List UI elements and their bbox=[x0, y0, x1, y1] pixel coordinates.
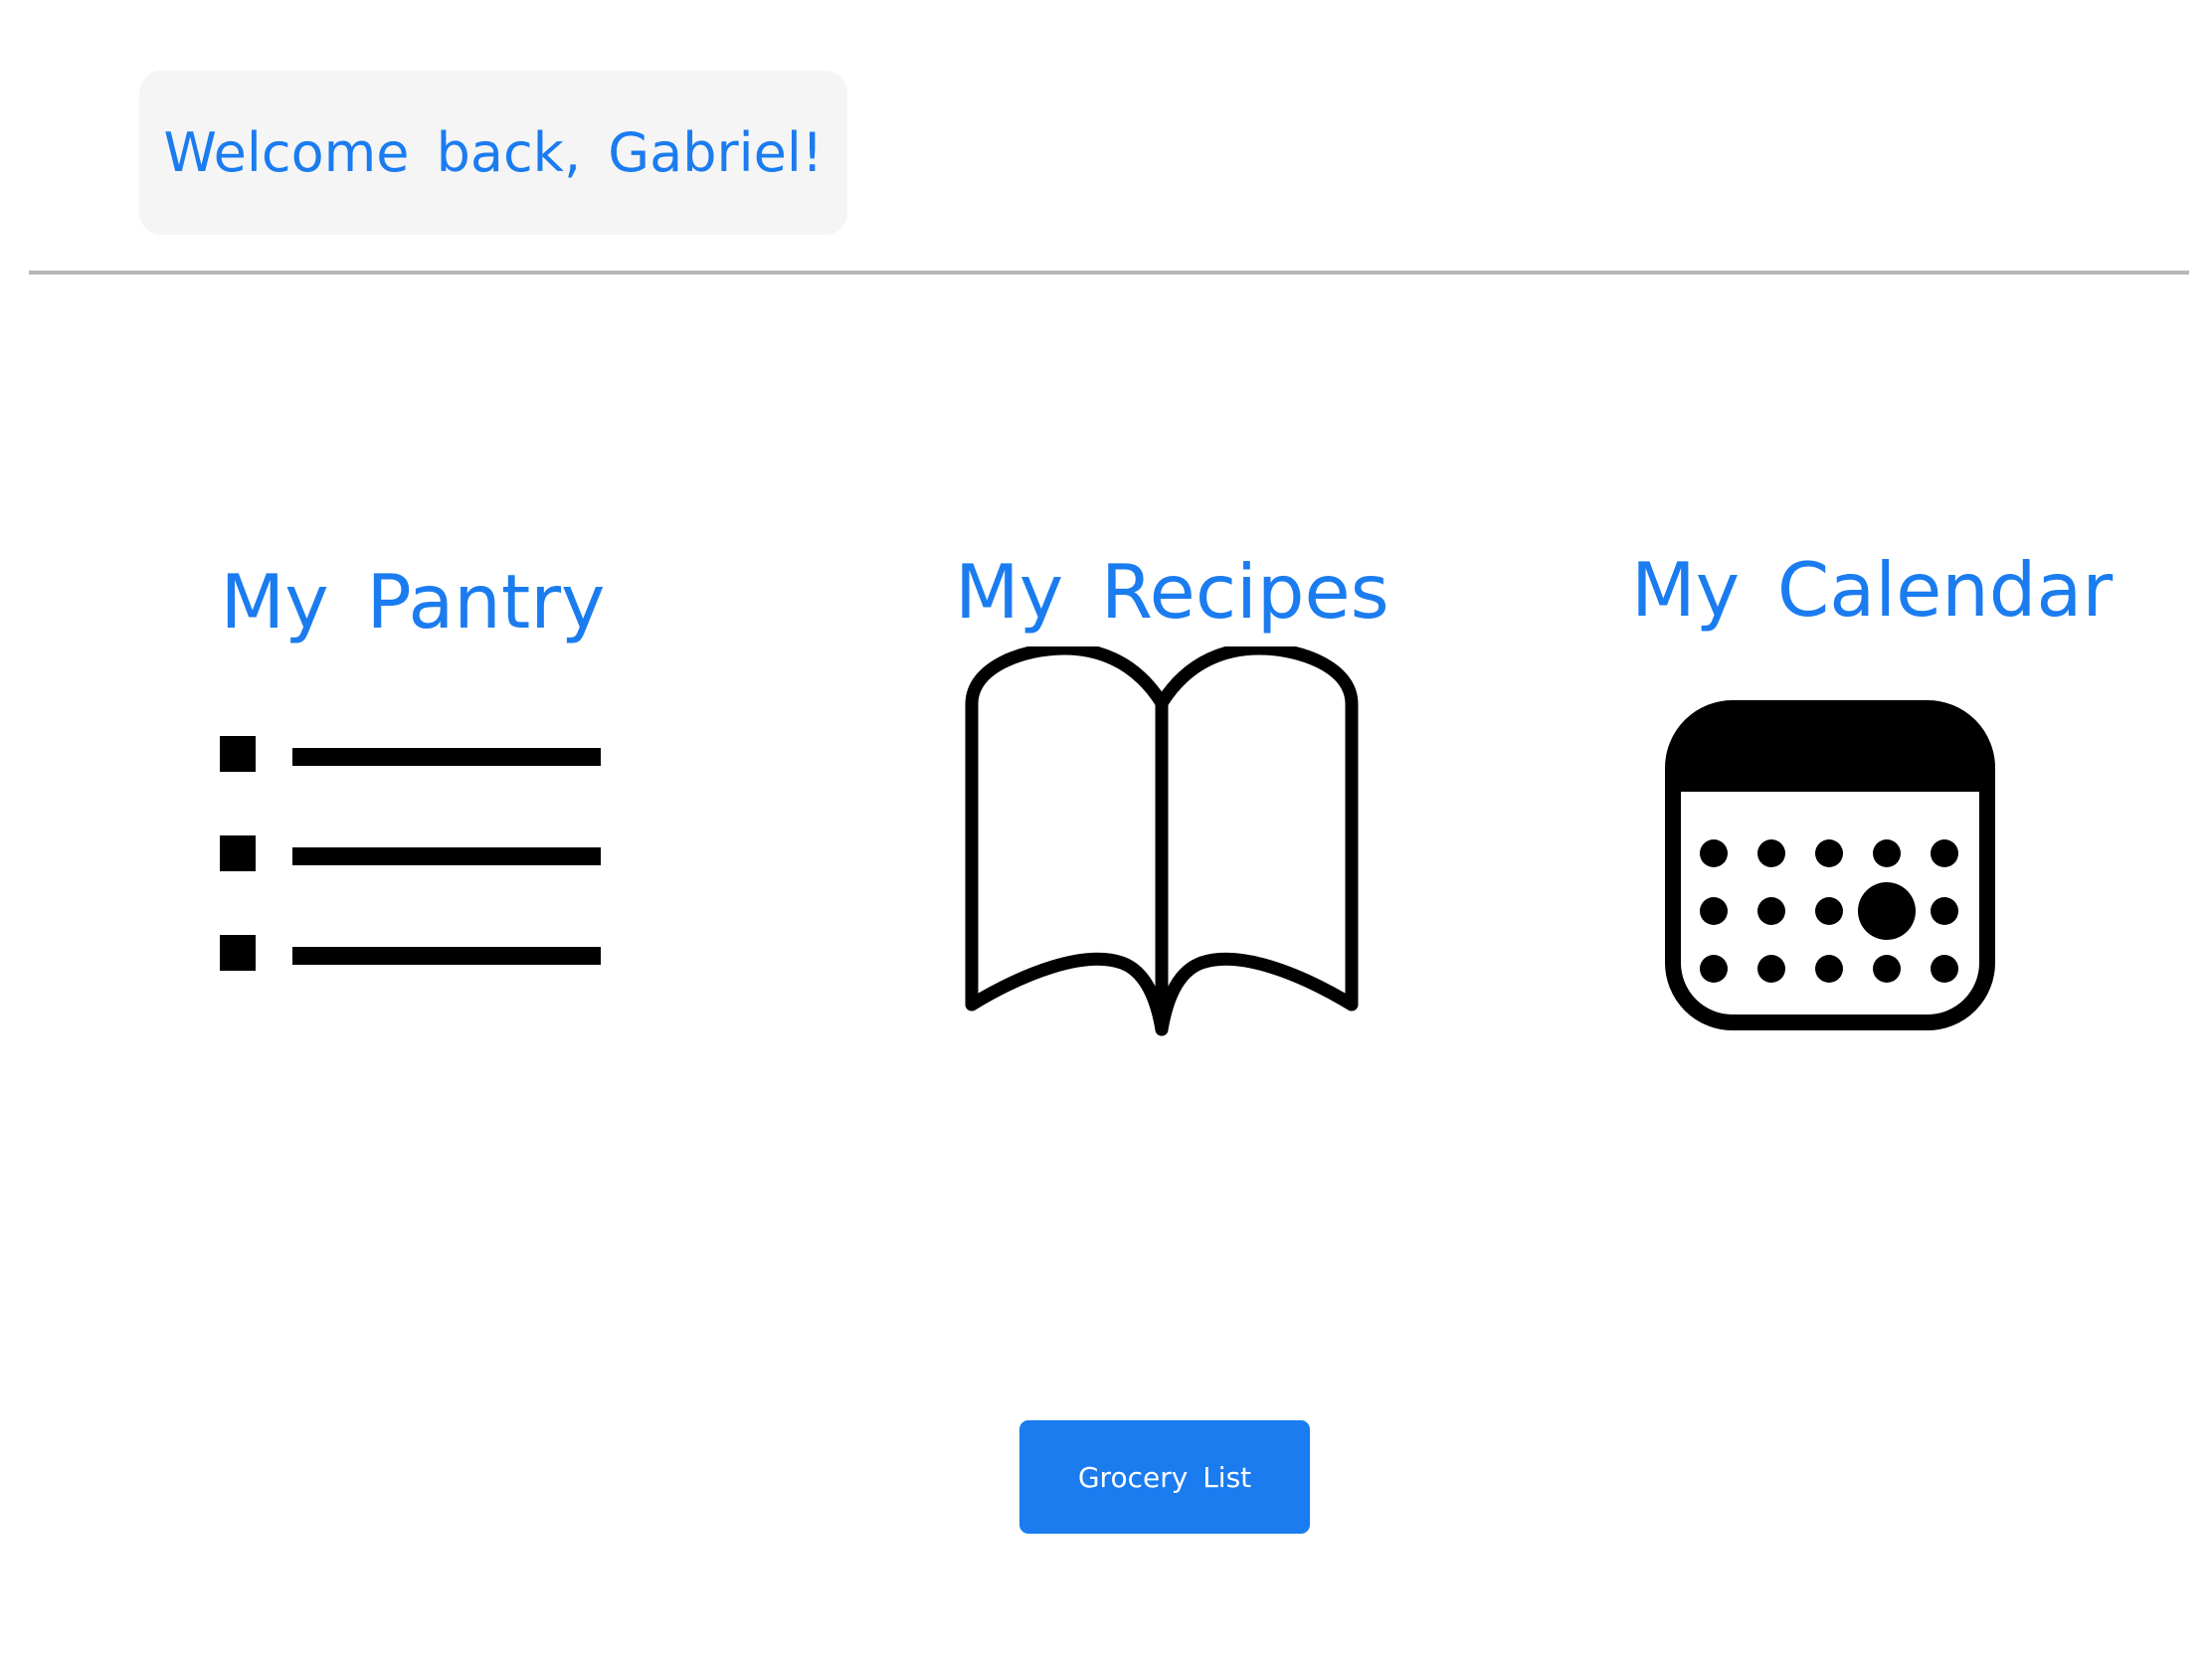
welcome-banner: Welcome back, Gabriel! bbox=[139, 71, 847, 235]
pantry-title: My Pantry bbox=[220, 558, 606, 645]
list-icon bbox=[220, 736, 601, 971]
grocery-list-button[interactable]: Grocery List bbox=[1019, 1420, 1310, 1534]
home-screen: Welcome back, Gabriel! My Pantry My Reci… bbox=[0, 0, 2212, 1659]
header-divider bbox=[29, 271, 2189, 275]
open-book-icon bbox=[965, 646, 1359, 1036]
calendar-title: My Calendar bbox=[1631, 546, 2114, 634]
calendar-icon bbox=[1665, 700, 1995, 1030]
recipes-tile[interactable]: My Recipes bbox=[955, 537, 1389, 1044]
calendar-tile[interactable]: My Calendar bbox=[1631, 537, 2114, 1044]
welcome-message: Welcome back, Gabriel! bbox=[163, 121, 824, 184]
pantry-tile[interactable]: My Pantry bbox=[194, 547, 632, 1024]
recipes-title: My Recipes bbox=[955, 548, 1389, 636]
